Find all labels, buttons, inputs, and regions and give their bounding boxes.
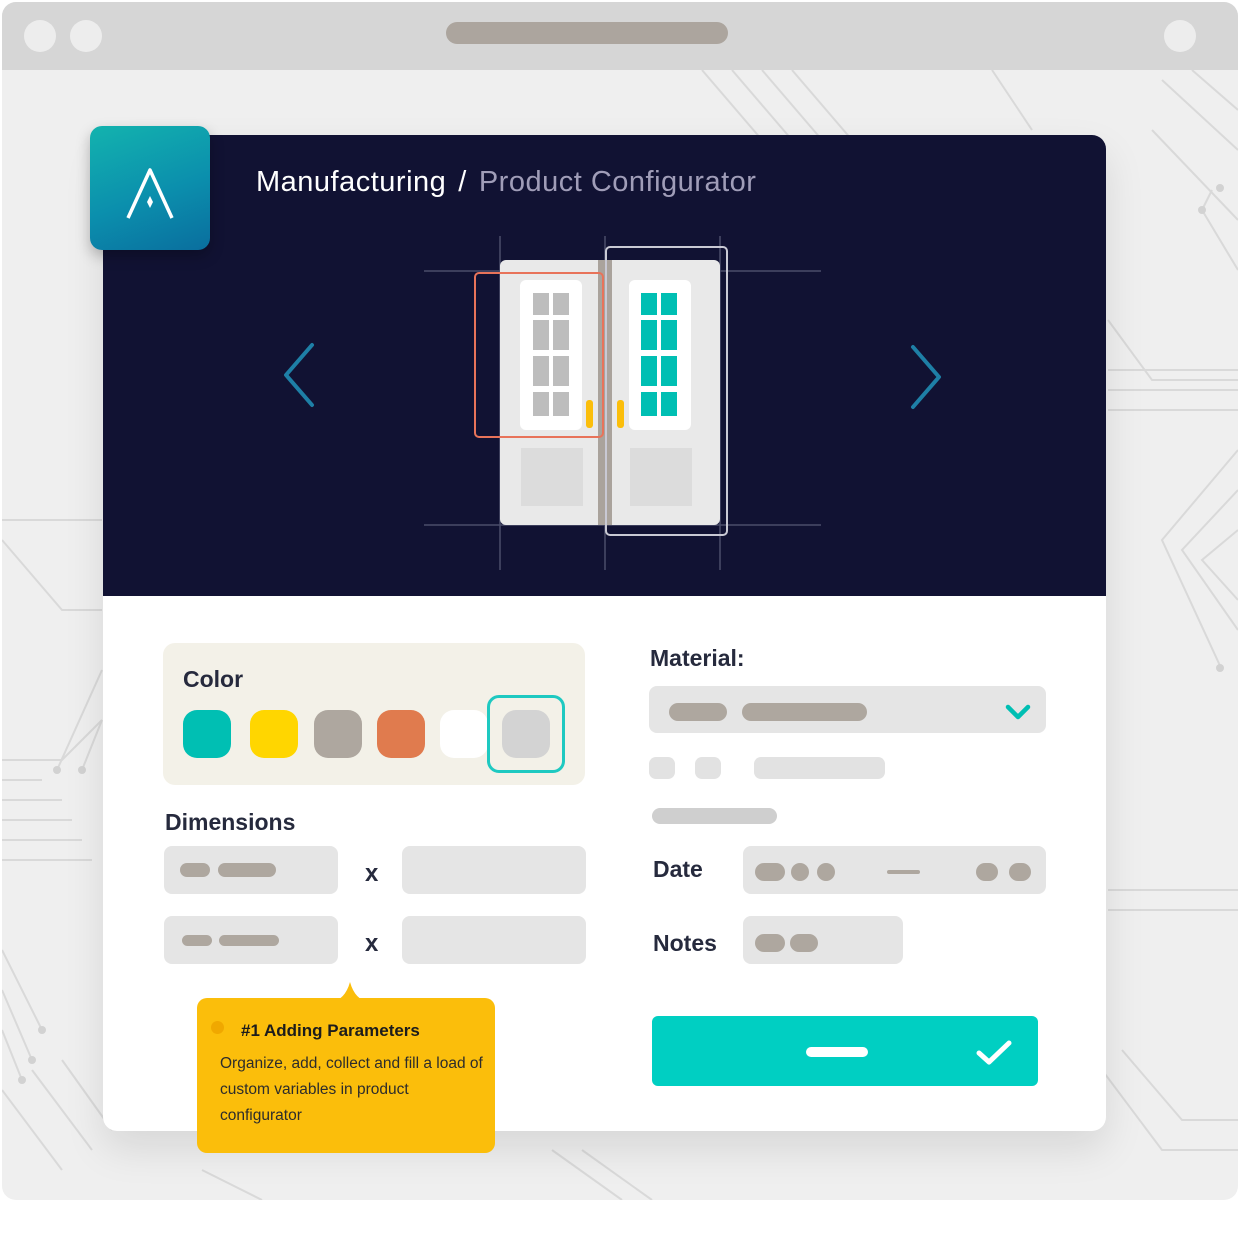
placeholder-dot	[817, 863, 835, 881]
aceik-logo-icon	[126, 168, 174, 219]
material-dropdown[interactable]	[649, 686, 1046, 733]
material-option-chip[interactable]	[649, 757, 675, 779]
placeholder-bar	[218, 863, 276, 877]
material-option-chip[interactable]	[695, 757, 721, 779]
product-preview	[103, 135, 1106, 596]
placeholder-bar	[182, 935, 212, 946]
breadcrumb-current: Product Configurator	[478, 166, 757, 198]
height-value-field[interactable]	[402, 916, 586, 964]
submit-button[interactable]	[652, 1016, 1038, 1086]
placeholder-dot	[790, 934, 818, 952]
placeholder-bar	[180, 863, 210, 877]
notes-field[interactable]	[743, 916, 903, 964]
width-value-field[interactable]	[402, 846, 586, 894]
check-icon	[976, 1040, 1012, 1065]
dimensions-label: Dimensions	[165, 809, 296, 835]
tooltip-title: #1 Adding Parameters	[241, 1021, 420, 1040]
breadcrumb-separator: /	[458, 166, 467, 198]
window-minimize-dot[interactable]	[70, 20, 102, 52]
placeholder-dot	[1009, 863, 1031, 881]
selected-swatch-ring	[487, 695, 565, 773]
breadcrumb-section[interactable]: Manufacturing	[256, 166, 446, 198]
placeholder-dot	[976, 863, 998, 881]
breadcrumb: Manufacturing / Product Configurator	[256, 166, 756, 199]
date-field[interactable]	[743, 846, 1046, 894]
color-swatch-gray[interactable]	[314, 710, 362, 758]
material-label: Material:	[650, 645, 745, 671]
chevron-left-icon	[284, 343, 314, 407]
address-bar[interactable]	[446, 22, 728, 44]
width-unit-field[interactable]	[164, 846, 338, 894]
material-info-bar	[652, 808, 777, 824]
color-swatch-white[interactable]	[440, 710, 488, 758]
color-swatch-teal[interactable]	[183, 710, 231, 758]
placeholder-bar	[742, 703, 867, 721]
window-menu-dot[interactable]	[1164, 20, 1196, 52]
notes-label: Notes	[653, 930, 717, 956]
placeholder-dot	[755, 863, 785, 881]
chevron-right-icon	[911, 345, 941, 409]
placeholder-dash	[887, 870, 920, 874]
app-logo[interactable]	[90, 126, 210, 250]
dimension-separator: x	[365, 860, 379, 887]
prev-button[interactable]	[280, 340, 324, 410]
browser-titlebar	[2, 2, 1238, 70]
date-label: Date	[653, 856, 703, 882]
placeholder-dot	[791, 863, 809, 881]
tooltip-text: Organize, add, collect and fill a load o…	[220, 1055, 483, 1124]
placeholder-dot	[755, 934, 785, 952]
submit-label-bar	[806, 1047, 868, 1057]
color-label: Color	[183, 666, 244, 692]
door-illustration	[424, 236, 821, 570]
placeholder-bar	[669, 703, 727, 721]
chevron-down-icon	[1005, 704, 1031, 720]
next-button[interactable]	[903, 342, 947, 412]
color-swatch-yellow[interactable]	[250, 710, 298, 758]
color-swatch-orange[interactable]	[377, 710, 425, 758]
placeholder-bar	[219, 935, 279, 946]
window-close-dot[interactable]	[24, 20, 56, 52]
configurator-card	[103, 135, 1106, 1131]
dimension-separator: x	[365, 930, 379, 957]
tooltip-bullet	[211, 1021, 224, 1034]
height-unit-field[interactable]	[164, 916, 338, 964]
material-option-chip[interactable]	[754, 757, 885, 779]
